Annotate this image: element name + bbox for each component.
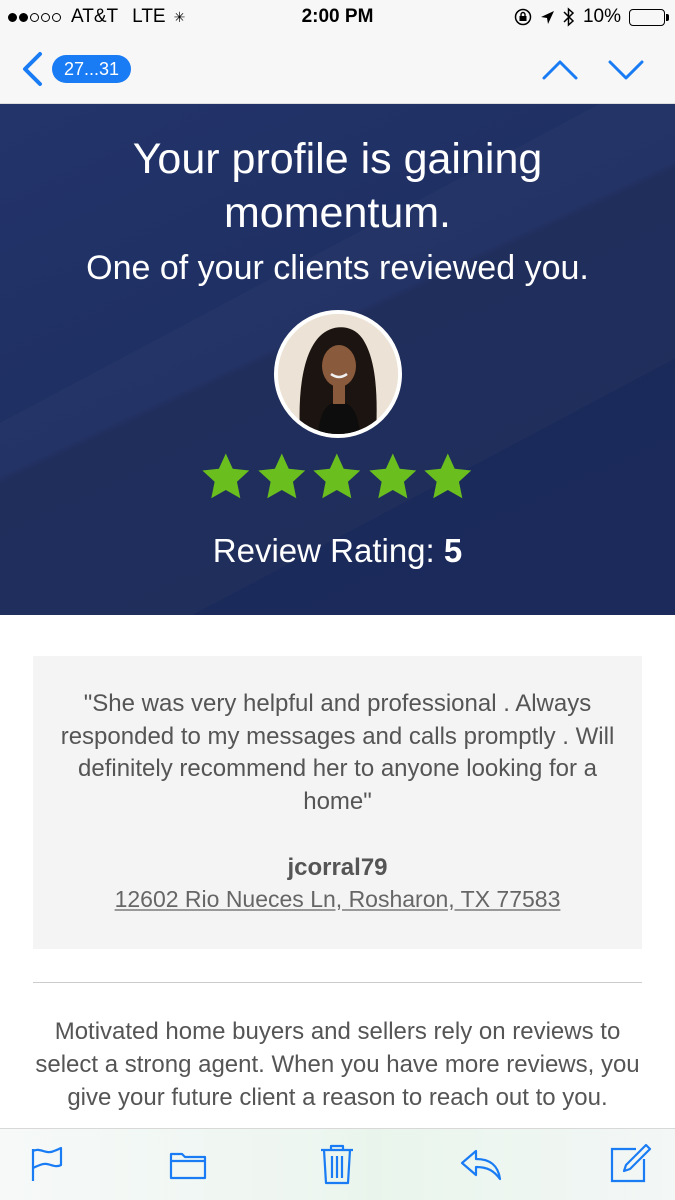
star-rating [199, 450, 475, 506]
reviewer-name: jcorral79 [287, 854, 388, 881]
status-right: 10% [514, 6, 669, 28]
folder-icon [169, 1152, 207, 1180]
body-text: Motivated home buyers and sellers rely o… [35, 1018, 640, 1111]
star-icon [313, 453, 361, 499]
flag-icon [31, 1146, 63, 1181]
review-hero-banner: Your profile is gaining momentum. One of… [0, 104, 675, 615]
star-icon [257, 453, 305, 499]
divider [33, 982, 642, 983]
reply-icon [460, 1149, 502, 1181]
trash-icon [321, 1144, 353, 1185]
battery-percent: 10% [582, 6, 621, 27]
star-icon [202, 453, 250, 499]
rating-value: 5 [443, 532, 463, 569]
message-count-badge[interactable]: 27...31 [52, 55, 132, 83]
reply-button[interactable] [458, 1141, 504, 1187]
review-quote: "She was very helpful and professional .… [60, 690, 615, 815]
star-icon [369, 453, 417, 499]
review-card: "She was very helpful and professional .… [33, 656, 642, 949]
compose-icon [610, 1143, 652, 1183]
chevron-left-icon [23, 52, 42, 86]
rating-label: Review Rating: [212, 532, 435, 569]
compose-button[interactable] [606, 1141, 652, 1187]
agent-avatar [274, 310, 402, 438]
mail-toolbar [0, 1128, 675, 1200]
chevron-down-icon [608, 60, 644, 80]
location-icon [540, 10, 554, 24]
move-to-folder-button[interactable] [165, 1141, 211, 1187]
review-rating: Review Rating: 5 [0, 532, 675, 570]
bluetooth-icon [563, 7, 575, 27]
status-bar: AT&T LTE ✳ 2:00 PM 10% [0, 0, 675, 36]
delete-button[interactable] [314, 1141, 360, 1187]
hero-subtitle: One of your clients reviewed you. [86, 249, 589, 287]
star-icon [424, 453, 472, 499]
next-message-button[interactable] [606, 54, 646, 84]
mail-nav-bar: 27...31 [0, 36, 675, 104]
battery-icon [629, 8, 669, 26]
hero-title: Your profile is gaining momentum. [132, 135, 543, 237]
previous-message-button[interactable] [540, 54, 580, 84]
property-address-link[interactable]: 12602 Rio Nueces Ln, Rosharon, TX 77583 [115, 886, 561, 912]
back-button[interactable] [18, 50, 46, 88]
flag-button[interactable] [24, 1141, 70, 1187]
property-address: 12602 Rio Nueces Ln, Rosharon, TX 77583 [33, 886, 642, 913]
chevron-up-icon [542, 60, 578, 80]
orientation-lock-icon [514, 8, 532, 26]
